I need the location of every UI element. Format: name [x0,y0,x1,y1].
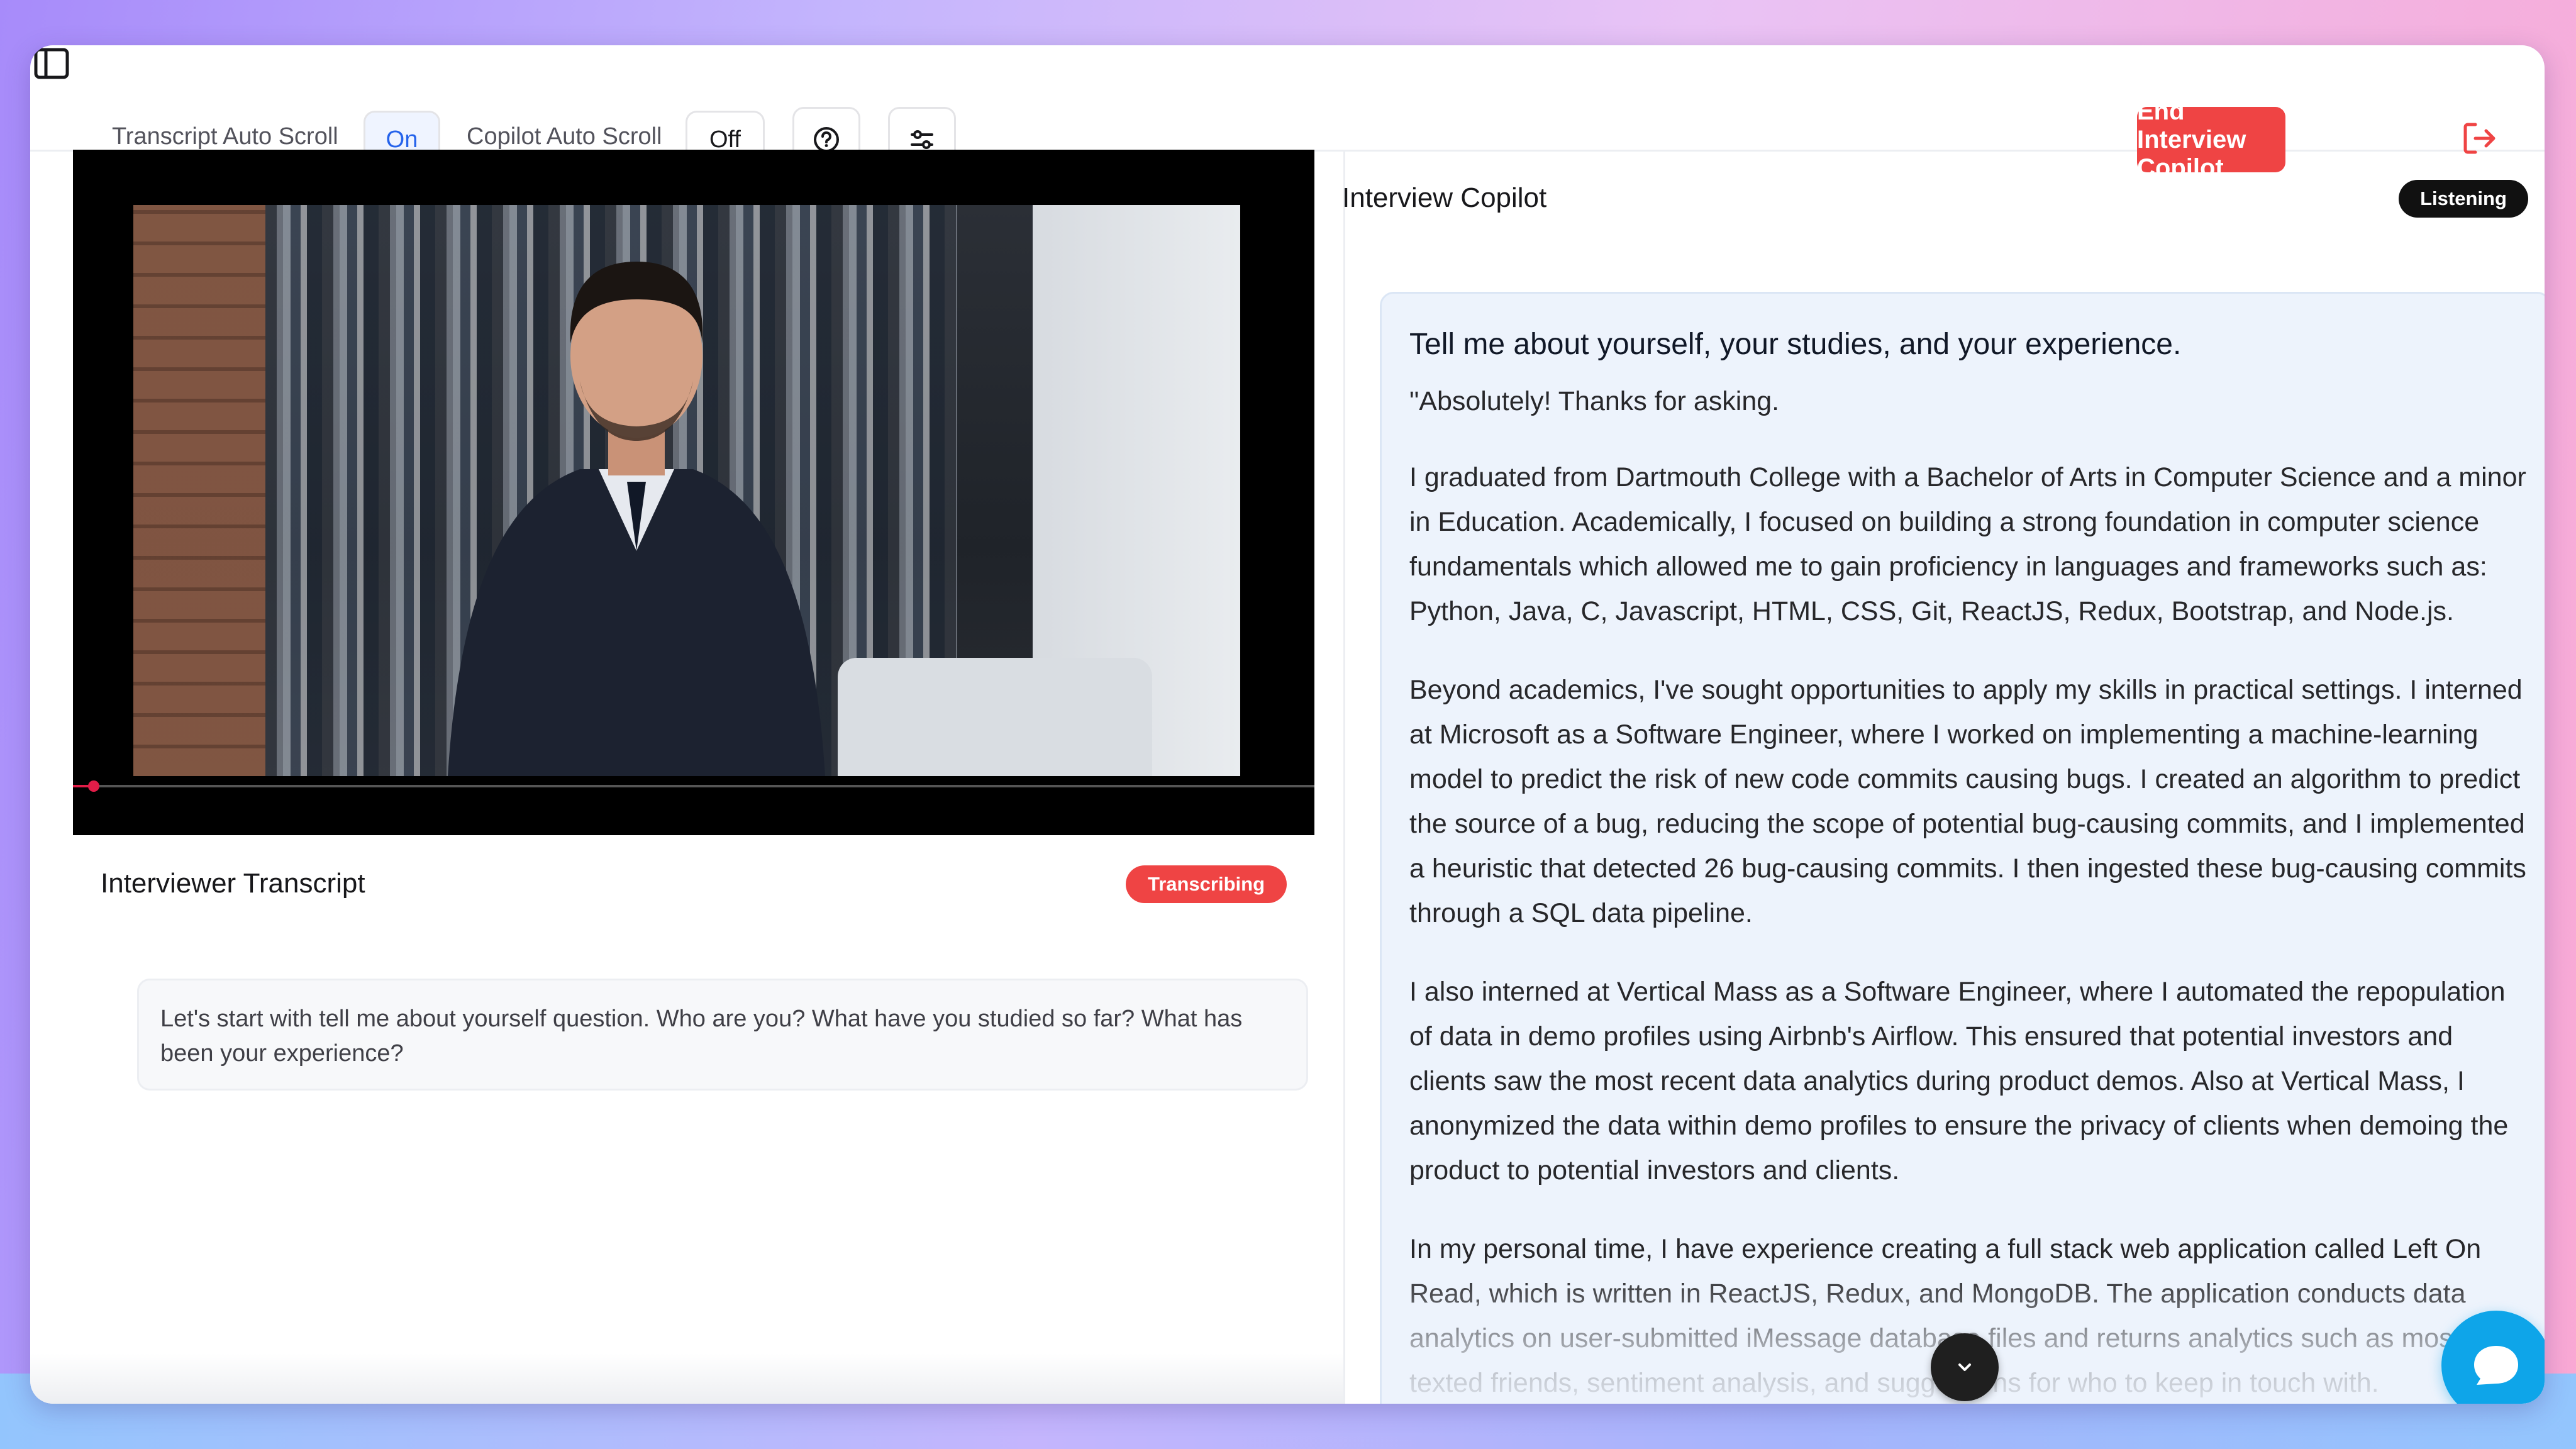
interviewer-video-frame [133,205,1240,776]
video-progress-track[interactable] [73,785,1314,787]
toolbar: Transcript Auto Scroll On Copilot Auto S… [30,45,2545,182]
answer-paragraph: I also interned at Vertical Mass as a So… [1409,977,2509,1186]
sidebar-toggle-icon[interactable] [33,47,70,80]
copilot-title: Interview Copilot [1342,182,1547,213]
listening-badge: Listening [2399,180,2528,218]
copilot-question: Tell me about yourself, your studies, an… [1409,328,2182,361]
end-interview-copilot-button[interactable]: End Interview Copilot [2137,97,2285,182]
answer-paragraph: "Absolutely! Thanks for asking. [1409,386,1780,417]
transcript-title: Interviewer Transcript [101,868,365,899]
answer-paragraph: Beyond academics, I've sought opportunit… [1409,675,2526,929]
transcript-entry: Let's start with tell me about yourself … [137,979,1308,1091]
copilot-answer: "Absolutely! Thanks for asking. I gradua… [1409,379,2529,1404]
chevron-down-icon [1958,1363,1971,1371]
panel-divider [1343,150,1345,1404]
transcribing-badge: Transcribing [1126,865,1287,903]
chat-bubble-icon [2474,1346,2518,1385]
video-progress-handle[interactable] [88,780,99,792]
copilot-answer-card: Tell me about yourself, your studies, an… [1380,292,2545,1404]
interviewer-figure [448,262,825,776]
logout-icon[interactable] [2459,118,2499,158]
transcript-auto-scroll-label: Transcript Auto Scroll [112,123,338,150]
app-window: Transcript Auto Scroll On Copilot Auto S… [30,45,2545,1404]
copilot-auto-scroll-label: Copilot Auto Scroll [467,123,662,150]
scroll-down-button[interactable] [1931,1333,1999,1401]
answer-paragraph: I graduated from Dartmouth College with … [1409,462,2526,627]
video-player[interactable] [73,150,1314,835]
